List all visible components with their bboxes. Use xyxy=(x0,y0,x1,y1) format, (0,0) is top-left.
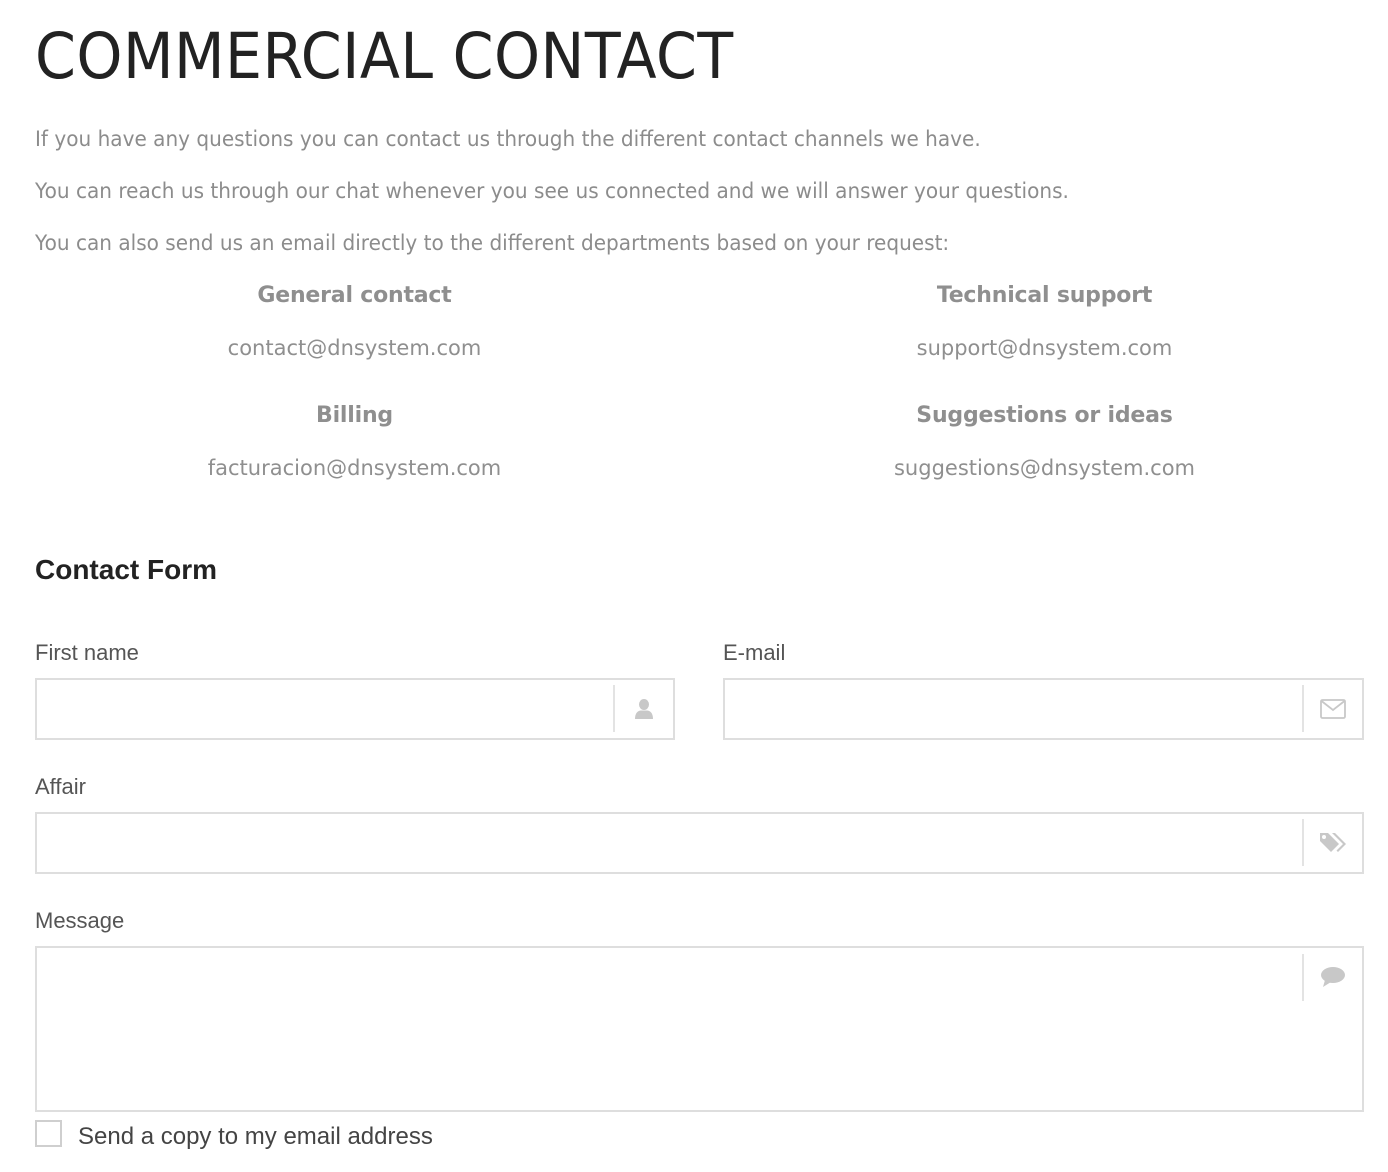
department-billing: Billing facturacion@dnsystem.com xyxy=(35,400,674,484)
message-label: Message xyxy=(35,908,125,933)
department-name: General contact xyxy=(257,283,452,308)
send-copy-label[interactable]: Send a copy to my email address xyxy=(78,1122,433,1152)
page-title: COMMERCIAL CONTACT xyxy=(35,20,734,93)
tags-icon xyxy=(1304,814,1362,872)
first-name-label: First name xyxy=(35,640,139,665)
intro-text-email: You can also send us an email directly t… xyxy=(35,231,950,255)
first-name-field-wrapper xyxy=(35,678,675,740)
email-field-wrapper xyxy=(723,678,1364,740)
message-field-wrapper xyxy=(35,946,1364,1112)
user-icon xyxy=(615,680,673,738)
contact-form-title: Contact Form xyxy=(35,554,217,585)
intro-text-chat: You can reach us through our chat whenev… xyxy=(35,179,1069,203)
department-suggestions: Suggestions or ideas suggestions@dnsyste… xyxy=(725,400,1364,484)
department-name: Billing xyxy=(316,403,393,428)
department-email-link[interactable]: facturacion@dnsystem.com xyxy=(35,452,674,484)
department-email-link[interactable]: contact@dnsystem.com xyxy=(35,332,674,364)
affair-field-wrapper xyxy=(35,812,1364,874)
department-email-link[interactable]: support@dnsystem.com xyxy=(725,332,1364,364)
department-technical-support: Technical support support@dnsystem.com xyxy=(725,280,1364,364)
department-email-link[interactable]: suggestions@dnsystem.com xyxy=(725,452,1364,484)
department-general-contact: General contact contact@dnsystem.com xyxy=(35,280,674,364)
email-input[interactable] xyxy=(725,680,1302,738)
intro-text-channels: If you have any questions you can contac… xyxy=(35,127,981,151)
department-name: Suggestions or ideas xyxy=(916,403,1173,428)
affair-input[interactable] xyxy=(37,814,1302,872)
comment-icon xyxy=(1304,948,1362,1006)
affair-label: Affair xyxy=(35,774,86,799)
email-label: E-mail xyxy=(723,640,786,665)
first-name-input[interactable] xyxy=(37,680,613,738)
message-textarea[interactable] xyxy=(37,948,1302,1110)
envelope-icon xyxy=(1304,680,1362,738)
send-copy-checkbox[interactable] xyxy=(35,1120,62,1147)
department-name: Technical support xyxy=(936,283,1153,308)
